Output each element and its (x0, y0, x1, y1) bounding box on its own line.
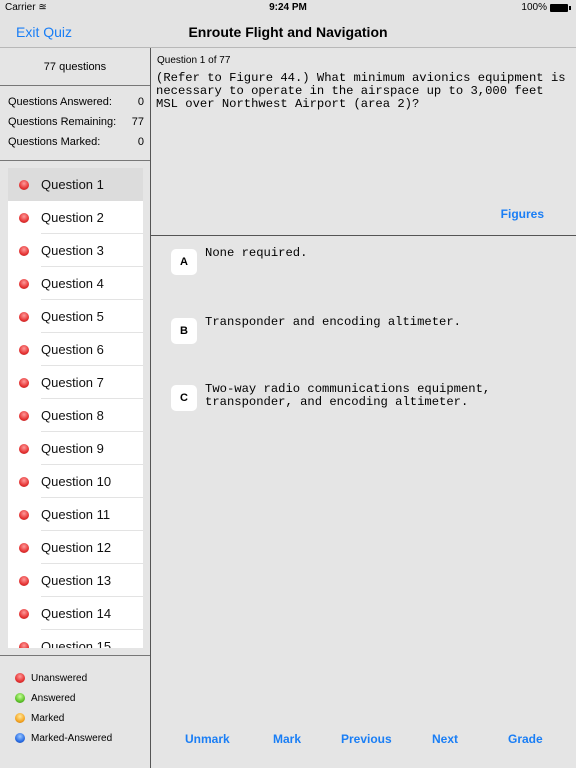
question-list-item[interactable]: Question 9 (8, 432, 143, 465)
question-list-item[interactable]: Question 13 (8, 564, 143, 597)
question-list-item[interactable]: Question 10 (8, 465, 143, 498)
status-dot-icon (19, 278, 29, 289)
status-dot-icon (19, 377, 29, 388)
legend-item: Marked (0, 708, 150, 728)
question-label: Question 14 (41, 606, 112, 621)
legend-label: Unanswered (31, 672, 88, 684)
question-label: Question 15 (41, 639, 112, 648)
status-dot-icon (19, 476, 29, 487)
status-dot-icon (19, 608, 29, 619)
question-label: Question 2 (41, 210, 104, 225)
battery-percent: 100% (521, 2, 547, 13)
question-label: Question 4 (41, 276, 104, 291)
status-legend: Unanswered Answered Marked Marked-Answered (0, 655, 150, 768)
legend-dot-icon (15, 693, 25, 703)
status-dot-icon (19, 542, 29, 553)
legend-item: Answered (0, 688, 150, 708)
answer-text: Transponder and encoding altimeter. (205, 315, 461, 329)
question-list-item[interactable]: Question 12 (8, 531, 143, 564)
next-button[interactable]: Next (432, 732, 458, 746)
status-dot-icon (19, 245, 29, 256)
question-list-item[interactable]: Question 7 (8, 366, 143, 399)
question-list-item[interactable]: Question 4 (8, 267, 143, 300)
legend-dot-icon (15, 713, 25, 723)
previous-button[interactable]: Previous (341, 732, 392, 746)
question-label: Question 7 (41, 375, 104, 390)
status-dot-icon (19, 212, 29, 223)
legend-item: Unanswered (0, 668, 150, 688)
navigation-bar: Exit Quiz Enroute Flight and Navigation (0, 16, 576, 48)
question-list-item[interactable]: Question 14 (8, 597, 143, 630)
question-list-item[interactable]: Question 5 (8, 300, 143, 333)
question-text: (Refer to Figure 44.) What minimum avion… (156, 71, 566, 111)
status-dot-icon (19, 311, 29, 322)
stat-answered: Questions Answered: 0 (8, 96, 144, 108)
question-label: Question 12 (41, 540, 112, 555)
legend-label: Answered (31, 692, 76, 704)
question-label: Question 8 (41, 408, 104, 423)
legend-label: Marked-Answered (31, 732, 113, 744)
status-dot-icon (19, 179, 29, 190)
status-dot-icon (19, 575, 29, 586)
status-dot-icon (19, 443, 29, 454)
question-list-item[interactable]: Question 2 (8, 201, 143, 234)
legend-item: Marked-Answered (0, 728, 150, 748)
question-label: Question 1 (41, 177, 104, 192)
question-list-item[interactable]: Question 15 (8, 630, 143, 648)
battery-indicator: 100% (521, 2, 571, 13)
answer-text: Two-way radio communications equipment, … (205, 382, 491, 409)
question-label: Question 5 (41, 309, 104, 324)
question-list-item[interactable]: Question 8 (8, 399, 143, 432)
question-list[interactable]: Question 1 Question 2 Question 3 Question 4… (8, 168, 143, 648)
status-time: 9:24 PM (269, 2, 307, 13)
question-list-item[interactable]: Question 11 (8, 498, 143, 531)
status-dot-icon (19, 344, 29, 355)
battery-icon (550, 3, 568, 12)
question-count: 77 questions (0, 48, 150, 86)
legend-dot-icon (15, 733, 25, 743)
answer-text: None required. (205, 246, 308, 260)
question-label: Question 3 (41, 243, 104, 258)
answer-option-a[interactable]: A None required. (171, 246, 525, 275)
mark-button[interactable]: Mark (273, 732, 301, 746)
question-number: Question 1 of 77 (157, 55, 231, 66)
question-list-item[interactable]: Question 3 (8, 234, 143, 267)
question-label: Question 9 (41, 441, 104, 456)
question-list-item[interactable]: Question 1 (8, 168, 143, 201)
stat-marked: Questions Marked: 0 (8, 136, 144, 148)
stat-remaining: Questions Remaining: 77 (8, 116, 144, 128)
answer-letter[interactable]: C (171, 385, 197, 411)
unmark-button[interactable]: Unmark (185, 732, 230, 746)
figures-button[interactable]: Figures (501, 207, 544, 221)
legend-dot-icon (15, 673, 25, 683)
question-label: Question 10 (41, 474, 112, 489)
legend-label: Marked (31, 712, 65, 724)
status-dot-icon (19, 509, 29, 520)
answer-option-b[interactable]: B Transponder and encoding altimeter. (171, 315, 525, 344)
question-list-item[interactable]: Question 6 (8, 333, 143, 366)
grade-button[interactable]: Grade (508, 732, 543, 746)
status-bar: Carrier ≊ 9:24 PM 100% (0, 0, 576, 16)
answer-letter[interactable]: B (171, 318, 197, 344)
status-dot-icon (19, 410, 29, 421)
question-label: Question 13 (41, 573, 112, 588)
answer-letter[interactable]: A (171, 249, 197, 275)
question-panel: Question 1 of 77 (Refer to Figure 44.) W… (151, 48, 576, 768)
page-title: Enroute Flight and Navigation (188, 24, 388, 40)
question-header: Question 1 of 77 (Refer to Figure 44.) W… (151, 48, 576, 236)
sidebar: 77 questions Questions Answered: 0 Questi… (0, 48, 151, 768)
answer-option-c[interactable]: C Two-way radio communications equipment… (171, 382, 525, 411)
question-label: Question 6 (41, 342, 104, 357)
quiz-stats: Questions Answered: 0 Questions Remaining… (0, 86, 150, 161)
question-label: Question 11 (41, 507, 111, 522)
status-dot-icon (19, 641, 29, 648)
